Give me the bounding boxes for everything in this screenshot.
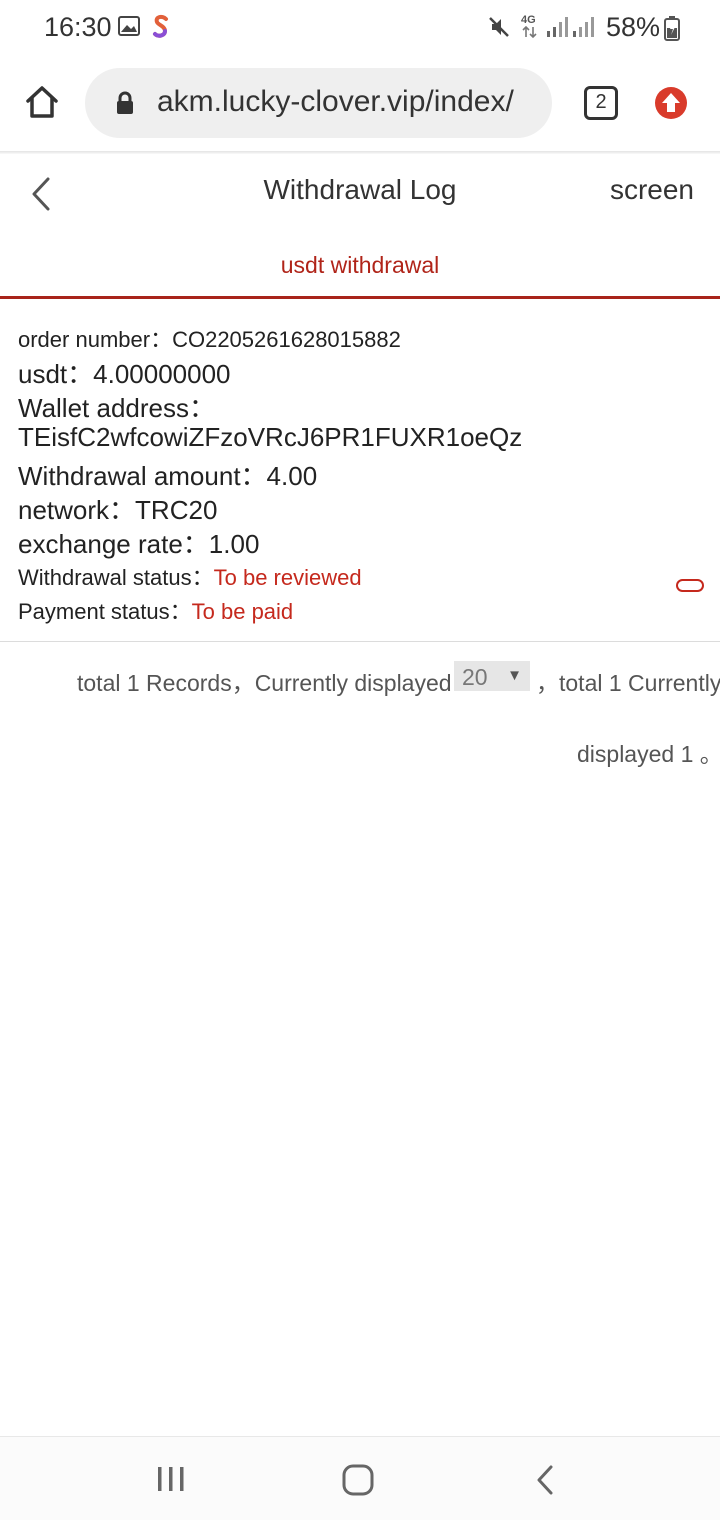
battery-percent: 58% xyxy=(606,12,661,42)
payment-status-value: To be paid xyxy=(191,599,294,624)
status-bar: 16:30 4G 58% xyxy=(0,0,720,56)
withdrawal-amount-row: Withdrawal amount：4.00 xyxy=(18,456,317,493)
page-size-value: 20 xyxy=(462,664,488,690)
order-number-row: order number：CO2205261628015882 xyxy=(18,322,401,354)
network-value: TRC20 xyxy=(135,495,218,525)
wallet-address-value: TEisfC2wfcowiZFzoVRcJ6PR1FUXR1oeQz xyxy=(18,422,523,452)
page-size-select[interactable]: 20 ▼ xyxy=(454,661,530,691)
order-number-value: CO2205261628015882 xyxy=(172,327,401,352)
recent-apps-icon[interactable] xyxy=(156,1466,186,1497)
tab-count: 2 xyxy=(595,91,607,113)
withdrawal-status-value: To be reviewed xyxy=(213,565,362,590)
signal-icon xyxy=(546,16,568,43)
record-divider xyxy=(0,641,720,642)
withdrawal-amount-label: Withdrawal amount： xyxy=(18,461,267,491)
signal-icon xyxy=(572,16,594,43)
pagination-total: ，total 1 Currently xyxy=(536,670,720,696)
pagination: total 1 Records，Currently displayed 20 ▼… xyxy=(0,660,720,770)
system-nav-bar xyxy=(0,1436,720,1520)
withdrawal-status-label: Withdrawal status： xyxy=(18,565,214,590)
update-icon[interactable] xyxy=(654,86,688,125)
address-bar[interactable]: akm.lucky-clover.vip/index/ xyxy=(85,68,552,138)
usdt-row: usdt：4.00000000 xyxy=(18,354,231,391)
network-label: network： xyxy=(18,495,136,525)
browser-toolbar: akm.lucky-clover.vip/index/ 2 xyxy=(0,56,720,152)
pagination-summary: total 1 Records，Currently displayed xyxy=(77,670,452,696)
app-header: Withdrawal Log screen xyxy=(0,154,720,232)
app-s-icon xyxy=(152,14,170,45)
home-icon[interactable] xyxy=(24,84,60,125)
pagination-displayed: displayed 1 。 xyxy=(577,741,720,767)
usdt-label: usdt： xyxy=(18,359,94,389)
gallery-icon xyxy=(118,16,140,41)
order-number-label: order number： xyxy=(18,327,173,352)
tab-bar: usdt withdrawal xyxy=(0,232,720,300)
usdt-value: 4.00000000 xyxy=(93,359,231,389)
exchange-rate-value: 1.00 xyxy=(208,529,260,559)
back-icon[interactable] xyxy=(534,1464,556,1501)
tabs-icon[interactable]: 2 xyxy=(584,86,618,120)
status-time: 16:30 xyxy=(44,12,112,42)
expand-toggle[interactable] xyxy=(676,579,704,592)
lock-icon xyxy=(115,91,135,120)
exchange-rate-row: exchange rate：1.00 xyxy=(18,524,259,561)
payment-status-label: Payment status： xyxy=(18,599,192,624)
exchange-rate-label: exchange rate： xyxy=(18,529,209,559)
filter-button[interactable]: screen xyxy=(610,174,694,206)
home-button-icon[interactable] xyxy=(342,1464,374,1501)
network-4g-icon: 4G xyxy=(520,12,540,45)
dropdown-arrow-icon: ▼ xyxy=(507,667,522,684)
payment-status-row: Payment status：To be paid xyxy=(18,594,293,626)
battery-icon xyxy=(664,15,680,46)
wallet-address-label: Wallet address： xyxy=(18,393,215,423)
tab-usdt-withdrawal[interactable]: usdt withdrawal xyxy=(0,252,720,279)
tab-underline xyxy=(0,296,720,299)
mute-icon xyxy=(487,15,511,44)
withdrawal-amount-value: 4.00 xyxy=(266,461,318,491)
network-row: network：TRC20 xyxy=(18,490,217,527)
url-text: akm.lucky-clover.vip/index/ xyxy=(157,85,514,118)
svg-text:4G: 4G xyxy=(521,14,536,26)
withdrawal-status-row: Withdrawal status：To be reviewed xyxy=(18,560,362,592)
